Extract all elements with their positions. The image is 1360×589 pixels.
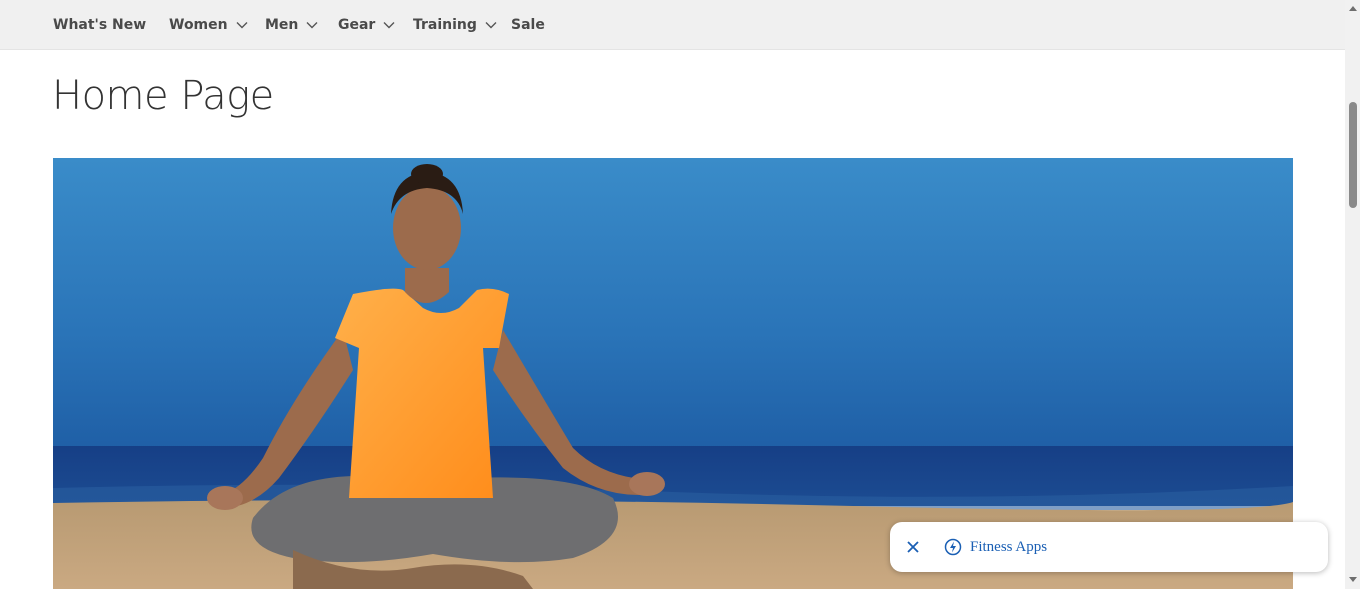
nav-item-training[interactable]: Training — [413, 0, 497, 49]
page-title: Home Page — [52, 73, 274, 119]
vertical-scrollbar[interactable] — [1345, 0, 1360, 589]
nav-item-label: Women — [169, 16, 228, 33]
chevron-down-icon — [485, 21, 497, 29]
floating-link-bar: Fitness Apps — [890, 522, 1328, 572]
nav-item-men[interactable]: Men — [265, 0, 318, 49]
nav-item-label: Men — [265, 16, 299, 33]
top-navigation: What's New Women Men Gear Training Sale — [0, 0, 1345, 50]
nav-item-label: Sale — [511, 16, 545, 33]
fitness-apps-label: Fitness Apps — [970, 538, 1048, 555]
close-icon[interactable] — [905, 539, 921, 555]
page: What's New Women Men Gear Training Sale … — [0, 0, 1360, 589]
chevron-down-icon — [236, 21, 248, 29]
nav-item-label: Training — [413, 16, 477, 33]
nav-item-label: Gear — [338, 16, 376, 33]
lightning-bolt-icon — [944, 538, 962, 556]
fitness-apps-link[interactable]: Fitness Apps — [944, 522, 1047, 572]
nav-item-gear[interactable]: Gear — [338, 0, 395, 49]
nav-item-sale[interactable]: Sale — [511, 0, 545, 49]
scroll-up-arrow-icon[interactable] — [1345, 0, 1360, 15]
scrollbar-thumb[interactable] — [1349, 102, 1357, 208]
scroll-down-arrow-icon[interactable] — [1345, 572, 1360, 587]
nav-item-women[interactable]: Women — [169, 0, 248, 49]
nav-item-whats-new[interactable]: What's New — [53, 0, 146, 49]
chevron-down-icon — [306, 21, 318, 29]
chevron-down-icon — [383, 21, 395, 29]
nav-item-label: What's New — [53, 16, 147, 33]
